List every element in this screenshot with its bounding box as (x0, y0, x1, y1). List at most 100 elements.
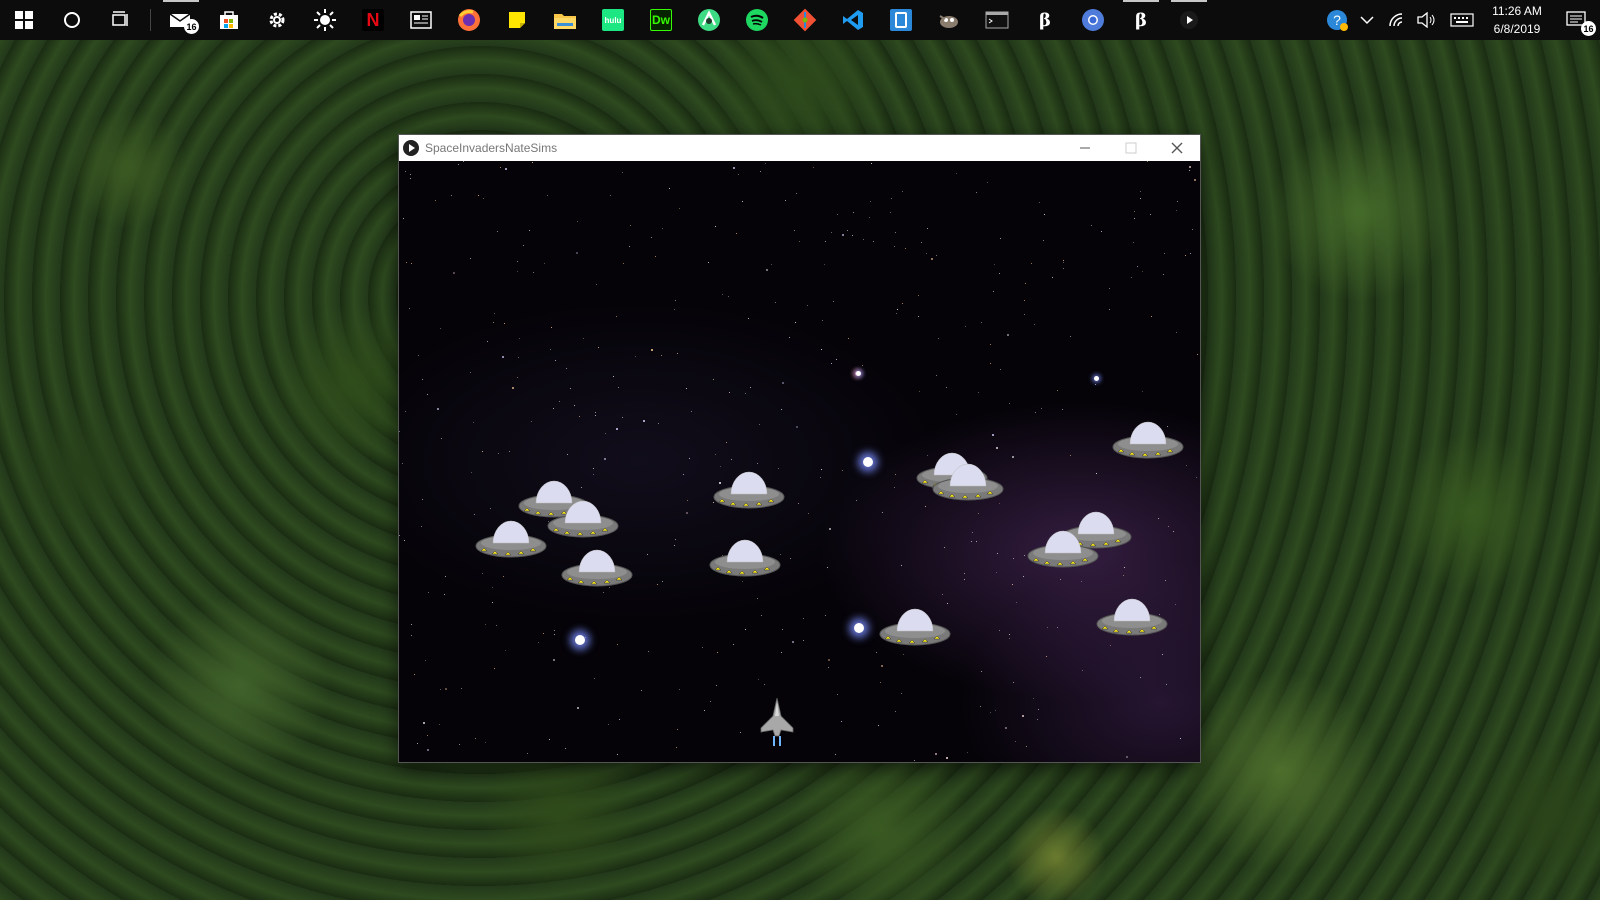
star (406, 262, 407, 263)
taskbar-beta-app-2[interactable]: β (1117, 0, 1165, 40)
star (657, 584, 658, 585)
star (441, 438, 442, 439)
network-tray-button[interactable] (1382, 0, 1412, 40)
window-titlebar[interactable]: SpaceInvadersNateSims (399, 135, 1200, 161)
star (1164, 253, 1165, 254)
star (944, 547, 945, 548)
star (981, 671, 982, 672)
ufo-invader (1096, 593, 1168, 637)
star (1009, 634, 1010, 635)
star (1024, 300, 1025, 301)
star (461, 688, 462, 689)
cortana-button[interactable] (48, 0, 96, 40)
star (1186, 465, 1187, 466)
star (831, 232, 832, 233)
taskbar-beta-app[interactable]: β (1021, 0, 1069, 40)
taskbar-notepad[interactable] (877, 0, 925, 40)
ufo-invader (713, 466, 785, 510)
star (422, 499, 423, 500)
taskbar-news[interactable] (397, 0, 445, 40)
touch-keyboard-button[interactable] (1442, 0, 1482, 40)
star (616, 316, 617, 317)
taskbar-mail[interactable]: 16 (157, 0, 205, 40)
taskbar-store[interactable] (205, 0, 253, 40)
taskbar-gimp[interactable] (925, 0, 973, 40)
taskbar-processing[interactable] (1165, 0, 1213, 40)
star (585, 637, 586, 638)
star (903, 654, 904, 655)
taskbar-vscode[interactable] (829, 0, 877, 40)
star (1140, 191, 1141, 192)
volume-tray-button[interactable] (1412, 0, 1442, 40)
player-ship[interactable] (757, 697, 797, 752)
star (1158, 518, 1159, 519)
taskbar-settings[interactable] (253, 0, 301, 40)
star (795, 322, 796, 323)
taskbar-spotify[interactable] (733, 0, 781, 40)
star (1063, 262, 1064, 263)
help-tray-button[interactable]: ? (1322, 0, 1352, 40)
star (622, 417, 623, 418)
taskbar-android-studio[interactable] (685, 0, 733, 40)
star (554, 630, 555, 631)
taskbar-dreamweaver[interactable]: Dw (637, 0, 685, 40)
minimize-button[interactable] (1062, 135, 1108, 161)
star (1013, 682, 1014, 683)
star (976, 192, 977, 193)
star (505, 168, 507, 170)
star (1012, 584, 1013, 585)
taskbar-chrome-canary[interactable] (1069, 0, 1117, 40)
star (529, 230, 530, 231)
star (1063, 268, 1064, 269)
star (1009, 403, 1010, 404)
star (895, 474, 896, 475)
window-title: SpaceInvadersNateSims (425, 141, 558, 155)
star (402, 463, 403, 464)
start-button[interactable] (0, 0, 48, 40)
star (559, 401, 560, 402)
star (1052, 277, 1053, 278)
star (661, 355, 662, 356)
star (822, 320, 823, 321)
star (731, 459, 732, 460)
star (742, 201, 743, 202)
taskbar-sticky-notes[interactable] (493, 0, 541, 40)
star (1109, 288, 1110, 289)
star (500, 167, 501, 168)
star (674, 309, 675, 310)
star (1047, 627, 1048, 628)
star (533, 272, 534, 273)
star (997, 553, 998, 554)
taskbar-netflix[interactable]: N (349, 0, 397, 40)
close-button[interactable] (1154, 135, 1200, 161)
star (792, 641, 794, 643)
ufo-invader (932, 458, 1004, 502)
star (411, 263, 412, 264)
star (965, 326, 966, 327)
action-center-button[interactable]: 16 (1552, 0, 1600, 40)
game-canvas[interactable] (399, 161, 1200, 762)
taskbar-hulu[interactable]: hulu (589, 0, 637, 40)
maximize-button[interactable] (1108, 135, 1154, 161)
taskbar-weather[interactable] (301, 0, 349, 40)
star (404, 540, 405, 541)
bright-star (1094, 376, 1099, 381)
clock[interactable]: 11:26 AM 6/8/2019 (1482, 2, 1552, 38)
taskbar-git[interactable] (781, 0, 829, 40)
star (1177, 201, 1178, 202)
task-view-button[interactable] (96, 0, 144, 40)
star (870, 201, 871, 202)
taskbar-file-explorer[interactable] (541, 0, 589, 40)
taskbar-terminal[interactable] (973, 0, 1021, 40)
star (946, 757, 948, 759)
star (894, 246, 895, 247)
taskbar-separator (150, 9, 151, 31)
star (742, 581, 743, 582)
taskbar-firefox[interactable] (445, 0, 493, 40)
show-hidden-icons-button[interactable] (1352, 0, 1382, 40)
star (459, 744, 460, 745)
star (658, 423, 659, 424)
star (567, 454, 568, 455)
star (733, 644, 734, 645)
star (775, 302, 776, 303)
